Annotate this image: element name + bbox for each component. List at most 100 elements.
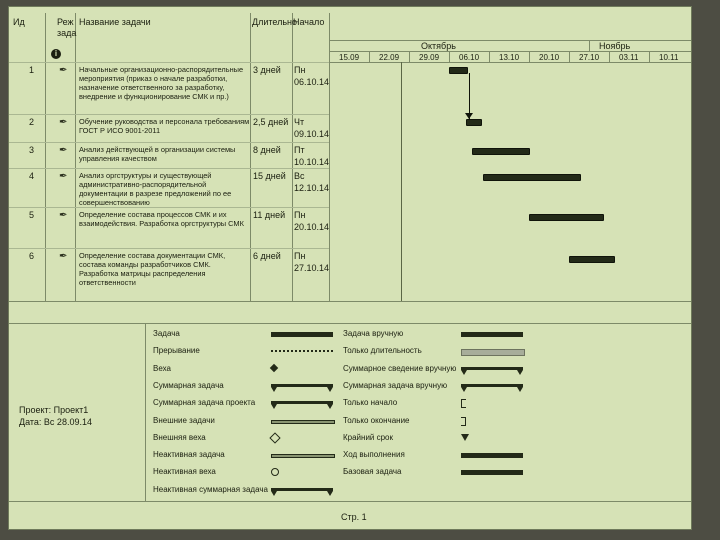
week-divider bbox=[569, 51, 570, 62]
task-start-day: Пн bbox=[294, 65, 306, 75]
project-name: Проект: Проект1 bbox=[19, 405, 89, 415]
week-divider bbox=[529, 51, 530, 62]
week-label: 29.09 bbox=[419, 53, 440, 62]
week-label: 10.11 bbox=[659, 53, 679, 62]
legend-label: Только длительность bbox=[343, 346, 422, 356]
task-name: Анализ оргструктуры и существующей админ… bbox=[79, 171, 232, 207]
legend-top-rule bbox=[9, 323, 691, 324]
pushpin-icon[interactable]: ✒ bbox=[59, 252, 71, 262]
task-duration: 8 дней bbox=[253, 145, 281, 155]
legend-label: Внешние задачи bbox=[153, 415, 215, 425]
row-rule bbox=[9, 207, 329, 208]
task-name: Анализ действующей в организации системы… bbox=[79, 145, 236, 163]
legend-label: Внешняя веха bbox=[153, 432, 206, 442]
legend-label: Неактивная веха bbox=[153, 467, 216, 477]
week-label: 03.11 bbox=[619, 53, 639, 62]
task-bar[interactable] bbox=[471, 148, 530, 155]
week-divider bbox=[489, 51, 490, 62]
task-duration: 6 дней bbox=[253, 251, 281, 261]
task-bar[interactable] bbox=[449, 67, 469, 74]
row-rule bbox=[9, 142, 329, 143]
legend-divider bbox=[145, 323, 146, 501]
task-bar[interactable] bbox=[569, 256, 616, 263]
legend-label: Веха bbox=[153, 363, 171, 373]
task-name: Начальные организационно-распорядительны… bbox=[79, 65, 244, 101]
pushpin-icon[interactable]: ✒ bbox=[59, 118, 71, 128]
week-divider bbox=[609, 51, 610, 62]
task-start-date: 09.10.14 bbox=[294, 129, 330, 139]
task-duration: 11 дней bbox=[253, 210, 286, 220]
task-bar[interactable] bbox=[483, 174, 581, 181]
task-start-date: 12.10.14 bbox=[294, 183, 330, 193]
timescale-rule bbox=[329, 40, 691, 41]
month-divider bbox=[589, 40, 590, 51]
week-label: 22.09 bbox=[379, 53, 400, 62]
legend-label: Задача bbox=[153, 329, 180, 338]
info-icon: i bbox=[51, 49, 61, 59]
legend-label: Неактивная задача bbox=[153, 450, 225, 460]
task-name: Определение состава документации СМК, со… bbox=[79, 251, 226, 287]
status-date-line bbox=[401, 62, 402, 301]
week-label: 15.09 bbox=[339, 53, 360, 62]
task-start-day: Чт bbox=[294, 117, 305, 127]
project-date: Дата: Вс 28.09.14 bbox=[19, 417, 92, 427]
legend-label: Прерывание bbox=[153, 346, 200, 356]
grid-line bbox=[45, 13, 46, 301]
grid-line bbox=[75, 13, 76, 301]
header-task-name: Название задачи bbox=[79, 17, 151, 27]
legend-label: Крайний срок bbox=[343, 432, 394, 442]
dependency-arrow-icon bbox=[465, 113, 473, 119]
task-id: 2 bbox=[29, 117, 35, 127]
pushpin-icon[interactable]: ✒ bbox=[59, 146, 71, 156]
task-start-day: Пн bbox=[294, 251, 306, 261]
task-id: 3 bbox=[29, 145, 35, 155]
header-id: Ид bbox=[13, 17, 25, 27]
header-duration: Длительно bbox=[252, 17, 298, 27]
legend-label: Суммарное сведение вручную bbox=[343, 363, 457, 373]
task-start-date: 27.10.14 bbox=[294, 263, 330, 273]
week-divider bbox=[369, 51, 370, 62]
task-start-date: 10.10.14 bbox=[294, 157, 330, 167]
footer-rule bbox=[9, 501, 691, 502]
task-start-day: Пт bbox=[294, 145, 305, 155]
legend-label: Базовая задача bbox=[343, 467, 402, 477]
task-start-date: 20.10.14 bbox=[294, 222, 330, 232]
pushpin-icon[interactable]: ✒ bbox=[59, 172, 71, 182]
legend-label: Суммарная задача вручную bbox=[343, 380, 448, 390]
task-start-date: 06.10.14 bbox=[294, 77, 330, 87]
task-start-day: Пн bbox=[294, 210, 306, 220]
pushpin-icon[interactable]: ✒ bbox=[59, 66, 71, 76]
grid-line bbox=[292, 13, 293, 301]
week-divider bbox=[449, 51, 450, 62]
page-number: Стр. 1 bbox=[341, 512, 367, 522]
row-rule bbox=[9, 62, 329, 63]
task-start-day: Вс bbox=[294, 171, 305, 181]
task-id: 5 bbox=[29, 210, 35, 220]
task-id: 1 bbox=[29, 65, 35, 75]
task-name: Обучение руководства и персонала требова… bbox=[79, 117, 250, 135]
legend-label: Неактивная суммарная задача bbox=[153, 484, 268, 494]
timescale-rule bbox=[329, 51, 691, 52]
week-divider bbox=[649, 51, 650, 62]
legend-label: Только окончание bbox=[343, 415, 410, 425]
legend-label: Суммарная задача проекта bbox=[153, 398, 256, 408]
week-label: 06.10 bbox=[459, 53, 480, 62]
legend-label: Задача вручную bbox=[343, 329, 404, 338]
week-label: 20.10 bbox=[539, 53, 560, 62]
task-id: 4 bbox=[29, 171, 35, 181]
month-label: Октябрь bbox=[421, 41, 456, 51]
task-bar[interactable] bbox=[529, 214, 604, 221]
task-id: 6 bbox=[29, 251, 35, 261]
header-mode-sub: зада bbox=[57, 28, 77, 38]
task-duration: 2,5 дней bbox=[253, 117, 289, 127]
section-rule bbox=[9, 301, 691, 302]
row-rule bbox=[9, 168, 329, 169]
legend-label: Только начало bbox=[343, 398, 398, 408]
week-divider bbox=[409, 51, 410, 62]
task-duration: 15 дней bbox=[253, 171, 286, 181]
task-name: Определение состава процессов СМК и их в… bbox=[79, 210, 244, 228]
week-label: 13.10 bbox=[499, 53, 520, 62]
gantt-print-page: Ид Реж зада Название задачи Длительно На… bbox=[8, 6, 692, 530]
task-bar[interactable] bbox=[466, 119, 483, 126]
pushpin-icon[interactable]: ✒ bbox=[59, 211, 71, 221]
